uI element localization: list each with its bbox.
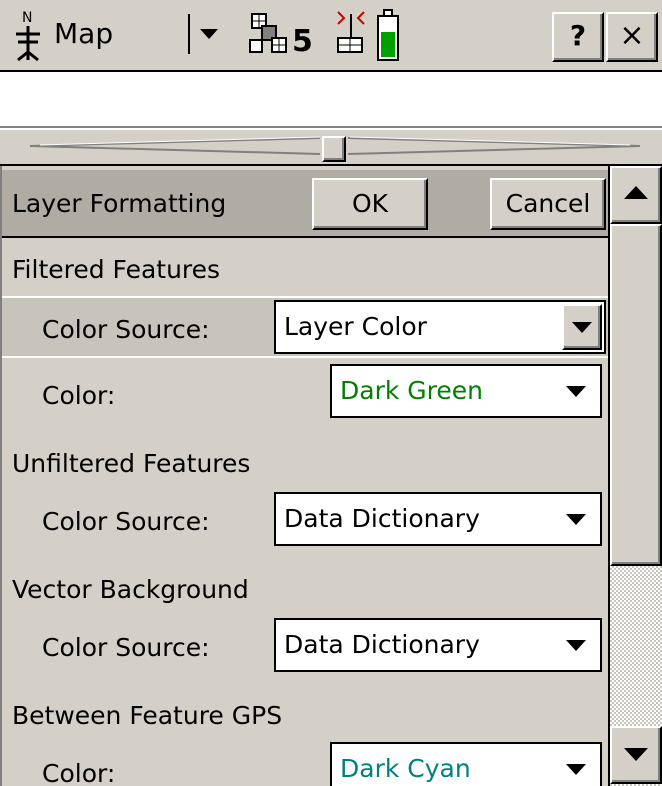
chevron-down-icon bbox=[566, 514, 586, 525]
filtered-color-select[interactable]: Dark Green bbox=[330, 364, 602, 418]
satellite-count: 5 bbox=[292, 24, 313, 59]
between-gps-color-label: Color: bbox=[42, 759, 116, 786]
cancel-button[interactable]: Cancel bbox=[490, 178, 606, 230]
chevron-down-icon[interactable] bbox=[562, 304, 602, 350]
chevron-down-icon bbox=[566, 386, 586, 397]
svg-text:N: N bbox=[22, 10, 32, 26]
satellite-icon[interactable] bbox=[248, 10, 292, 60]
section-title-vector-background: Vector Background bbox=[12, 575, 249, 604]
unfiltered-color-source-select[interactable]: Data Dictionary bbox=[274, 492, 602, 546]
beacon-icon[interactable] bbox=[330, 8, 372, 60]
form-header: Layer Formatting OK Cancel bbox=[2, 170, 610, 238]
vertical-scrollbar[interactable] bbox=[608, 166, 662, 786]
filtered-color-label: Color: bbox=[42, 381, 116, 410]
scrollbar-thumb[interactable] bbox=[610, 224, 662, 566]
vector-background-color-source-select[interactable]: Data Dictionary bbox=[274, 618, 602, 672]
help-button[interactable]: ? bbox=[552, 12, 604, 62]
unfiltered-color-source-value: Data Dictionary bbox=[284, 504, 480, 533]
section-menu-label[interactable]: Map bbox=[54, 14, 113, 54]
filtered-color-source-value: Layer Color bbox=[284, 312, 427, 341]
section-menu-dropdown-button[interactable] bbox=[188, 14, 226, 54]
filtered-color-source-select[interactable]: Layer Color bbox=[274, 300, 606, 354]
ok-button[interactable]: OK bbox=[312, 178, 428, 230]
between-gps-color-value: Dark Cyan bbox=[340, 754, 471, 783]
form-title: Layer Formatting bbox=[12, 189, 227, 218]
zoom-slider-thumb[interactable] bbox=[322, 136, 346, 162]
status-message-area bbox=[0, 72, 662, 128]
filtered-color-source-label: Color Source: bbox=[42, 315, 210, 344]
title-bar: N Map 5 ? × bbox=[0, 0, 662, 72]
between-gps-color-select[interactable]: Dark Cyan bbox=[330, 742, 602, 786]
section-title-between-feature-gps: Between Feature GPS bbox=[12, 701, 283, 730]
close-button[interactable]: × bbox=[606, 12, 658, 62]
section-title-filtered-features: Filtered Features bbox=[12, 255, 221, 284]
filtered-color-value: Dark Green bbox=[340, 376, 483, 405]
layer-formatting-form: Layer Formatting OK Cancel Filtered Feat… bbox=[0, 166, 610, 786]
battery-icon[interactable] bbox=[376, 8, 400, 62]
chevron-down-icon bbox=[566, 764, 586, 775]
north-arrow-icon[interactable]: N bbox=[12, 8, 52, 64]
unfiltered-color-source-label: Color Source: bbox=[42, 507, 210, 536]
chevron-down-icon bbox=[566, 640, 586, 651]
vector-background-color-source-value: Data Dictionary bbox=[284, 630, 480, 659]
section-title-unfiltered-features: Unfiltered Features bbox=[12, 449, 251, 478]
scroll-up-button[interactable] bbox=[610, 166, 662, 224]
vector-background-color-source-label: Color Source: bbox=[42, 633, 210, 662]
scroll-down-button[interactable] bbox=[610, 726, 662, 784]
zoom-slider[interactable] bbox=[0, 128, 662, 166]
